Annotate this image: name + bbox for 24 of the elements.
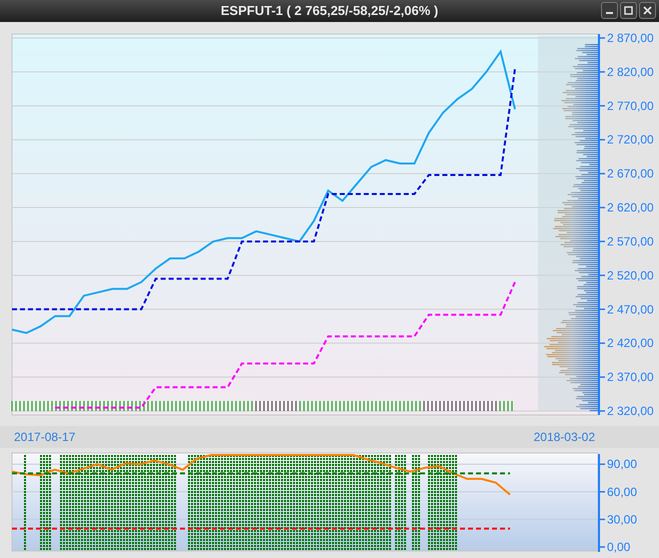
axis-label: 2 370,00 [607, 370, 654, 384]
axis-label: 2 420,00 [607, 336, 654, 350]
axis-label: 2 670,00 [607, 166, 654, 181]
axis-label: 2 770,00 [607, 98, 654, 113]
axis-label: 2 570,00 [607, 234, 654, 248]
window-title: ESPFUT-1 ( 2 765,25/-58,25/-2,06% ) [220, 2, 438, 20]
axis-label: 2 720,00 [607, 132, 654, 147]
axis-label: 2 620,00 [607, 200, 654, 215]
close-icon [643, 6, 652, 15]
axis-label: 0,00 [607, 540, 630, 554]
axis-label: 2 470,00 [607, 302, 654, 316]
axis-label: 2 870,00 [607, 31, 654, 45]
axis-label: 2 520,00 [607, 268, 654, 282]
axis-label: 30,00 [607, 512, 638, 526]
minimize-button[interactable] [601, 2, 618, 19]
maximize-button[interactable] [620, 2, 637, 19]
axis-label: 2 820,00 [607, 64, 654, 79]
date-label: 2018-03-02 [534, 429, 595, 446]
axis-label: 60,00 [607, 484, 638, 499]
close-button[interactable] [639, 2, 656, 19]
axis-label: 90,00 [607, 457, 638, 472]
maximize-icon [624, 6, 633, 15]
axis-label: 2 320,00 [607, 404, 654, 418]
date-label: 2017-08-17 [14, 429, 76, 446]
